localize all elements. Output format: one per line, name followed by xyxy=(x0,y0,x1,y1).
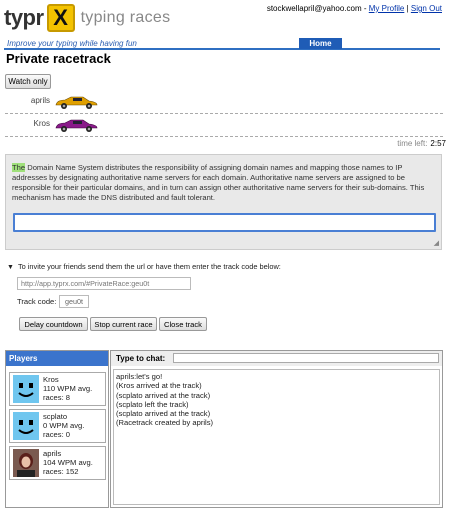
racer-name: aprils xyxy=(30,96,50,105)
close-track-button[interactable]: Close track xyxy=(159,317,207,331)
page-title: Private racetrack xyxy=(6,51,111,66)
invite-text: To invite your friends send them the url… xyxy=(17,262,281,271)
my-profile-link[interactable]: My Profile xyxy=(369,4,405,13)
player-wpm: 0 WPM avg. xyxy=(43,421,85,430)
player-races: races: 152 xyxy=(43,467,79,476)
smiley-avatar-icon xyxy=(13,375,39,403)
logo-x-icon: X xyxy=(46,4,75,32)
race-lane: Kros xyxy=(5,115,443,137)
player-name: Kros xyxy=(43,375,59,384)
player-wpm: 104 WPM avg. xyxy=(43,458,93,467)
player-races: races: 8 xyxy=(43,393,71,402)
player-info: Kros 110 WPM avg. races: 8 xyxy=(43,375,92,402)
time-left: time left: 2:57 xyxy=(397,139,446,148)
player-wpm: 110 WPM avg. xyxy=(43,384,93,393)
player-races: races: 0 xyxy=(43,430,71,439)
logo-subtitle: typing races xyxy=(80,9,171,26)
chat-message: aprils:let's go! xyxy=(116,372,163,381)
chat-log[interactable]: aprils:let's go! (Kros arrived at the tr… xyxy=(113,369,440,505)
typr-logo[interactable]: typr X typing races xyxy=(4,4,170,32)
time-left-value: 2:57 xyxy=(430,139,446,148)
tab-home[interactable]: Home xyxy=(299,38,342,49)
chat-panel: Type to chat: aprils:let's go! (Kros arr… xyxy=(110,350,443,508)
track-code-label: Track code: xyxy=(17,297,57,306)
invite-instructions: ▼ To invite your friends send them the ur… xyxy=(7,262,281,271)
nav-bar: Improve your typing while having fun Hom… xyxy=(4,38,440,50)
typing-panel: The Domain Name System distributes the r… xyxy=(5,154,442,250)
players-title: Players xyxy=(6,351,108,366)
tagline: Improve your typing while having fun xyxy=(7,39,137,48)
race-url-field[interactable]: http://app.typrx.com/#PrivateRace:geu0t xyxy=(17,277,191,290)
race-car-icon xyxy=(55,96,98,109)
race-passage: The Domain Name System distributes the r… xyxy=(12,163,435,203)
player-name: aprils xyxy=(43,449,62,458)
watch-only-button[interactable]: Watch only xyxy=(5,74,51,89)
chat-input[interactable] xyxy=(173,353,439,363)
chat-message: (scplato left the track) xyxy=(116,399,189,409)
logo-text: typr xyxy=(4,5,44,30)
chat-message: (scplato arrived at the track) xyxy=(116,409,211,419)
collapse-triangle-icon[interactable]: ▼ xyxy=(7,264,14,271)
chat-message: (Racetrack created by aprils) xyxy=(116,418,214,428)
typing-input[interactable] xyxy=(13,213,436,232)
player-card: aprils 104 WPM avg. races: 152 xyxy=(9,446,106,480)
player-info: aprils 104 WPM avg. races: 152 xyxy=(43,449,93,476)
resize-grip-icon[interactable]: ◢ xyxy=(434,239,439,247)
chat-label: Type to chat: xyxy=(116,354,166,363)
current-word-highlight: The xyxy=(12,163,26,172)
chat-message: (Kros arrived at the track) xyxy=(116,381,202,391)
player-card: Kros 110 WPM avg. races: 8 xyxy=(9,372,106,406)
race-car-icon xyxy=(55,119,98,132)
sign-out-link[interactable]: Sign Out xyxy=(411,4,442,13)
racer-name: Kros xyxy=(33,119,50,128)
time-left-label: time left: xyxy=(397,139,428,148)
smiley-avatar-icon xyxy=(13,412,39,440)
race-lane: aprils xyxy=(5,92,443,114)
link-separator: - xyxy=(361,4,369,13)
players-panel: Players Kros 110 WPM avg. races: 8 scpla… xyxy=(5,350,109,508)
user-links: stockwellapril@yahoo.com - My Profile | … xyxy=(267,4,442,13)
chat-message: (scplato arrived at the track) xyxy=(116,390,211,400)
delay-countdown-button[interactable]: Delay countdown xyxy=(19,317,88,331)
chat-header: Type to chat: xyxy=(111,351,442,366)
passage-text: Domain Name System distributes the respo… xyxy=(12,163,425,202)
stop-race-button[interactable]: Stop current race xyxy=(90,317,157,331)
player-info: scplato 0 WPM avg. races: 0 xyxy=(43,412,84,439)
player-name: scplato xyxy=(43,412,68,421)
user-email: stockwellapril@yahoo.com xyxy=(266,4,362,13)
player-card: scplato 0 WPM avg. races: 0 xyxy=(9,409,106,443)
track-code-field[interactable]: geu0t xyxy=(59,295,89,308)
photo-avatar-icon xyxy=(13,449,39,477)
